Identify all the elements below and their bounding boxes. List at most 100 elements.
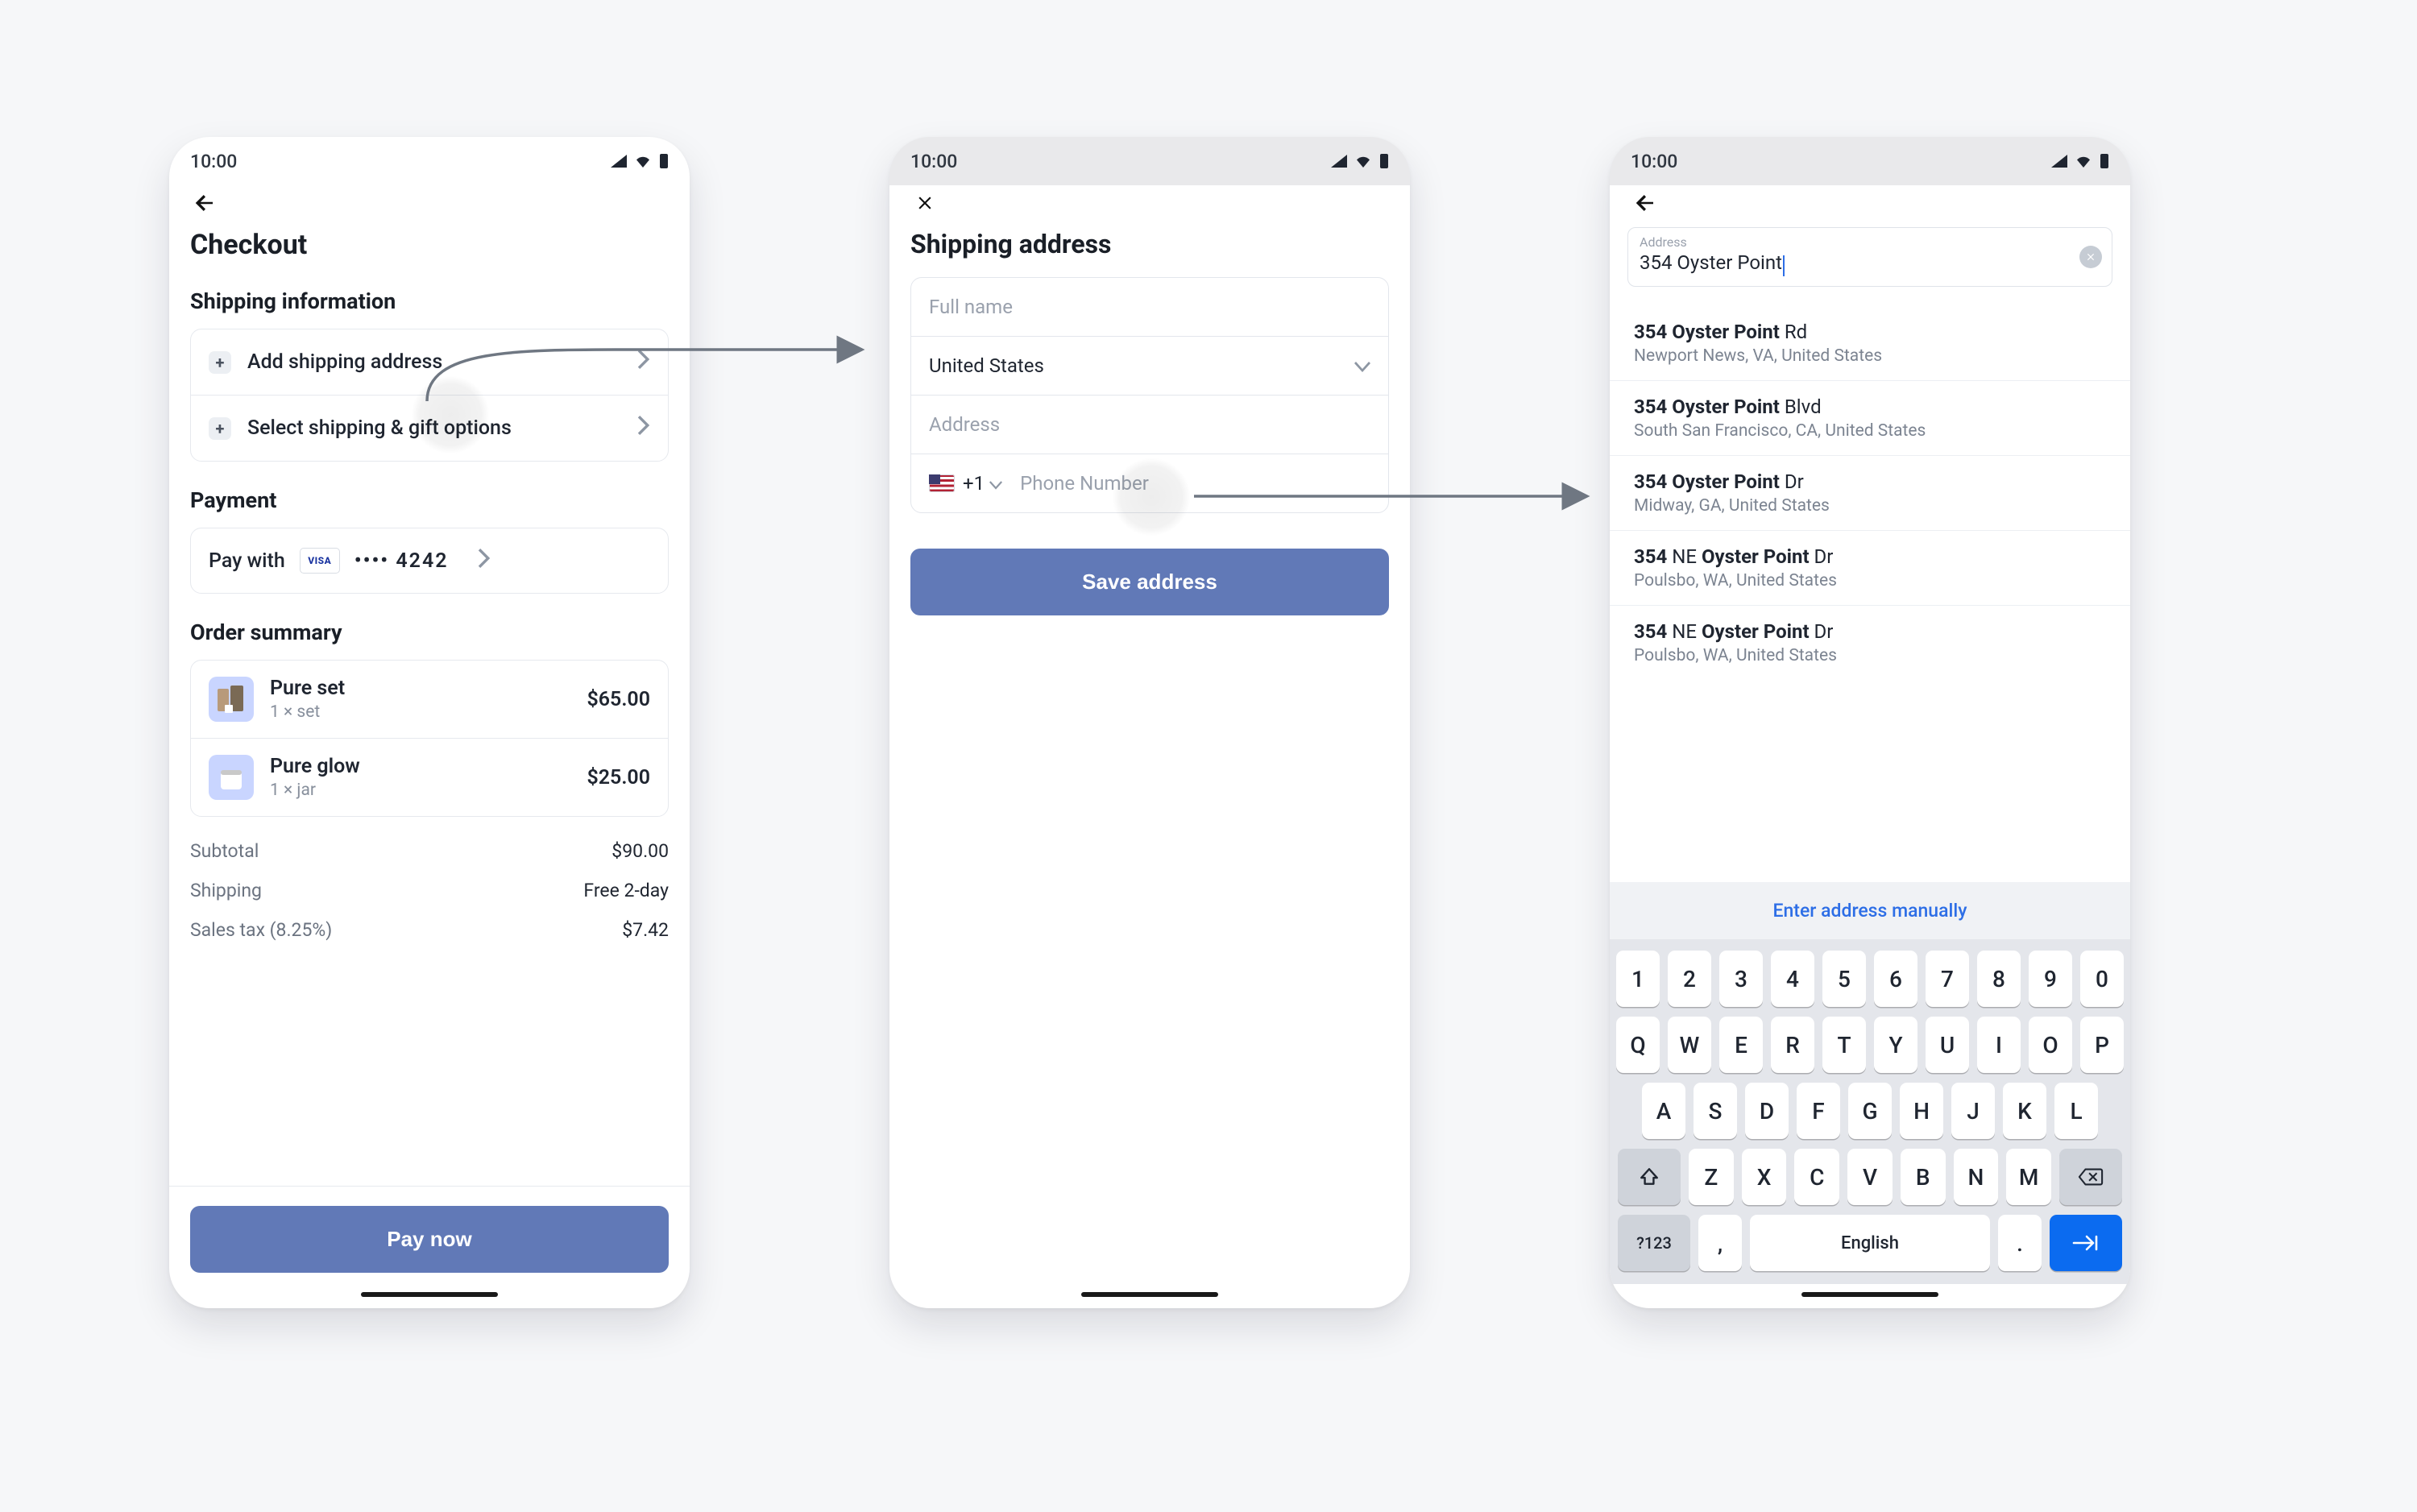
plus-icon: +	[209, 351, 231, 374]
keyboard-key[interactable]: Q	[1616, 1017, 1660, 1073]
keyboard-key[interactable]: D	[1745, 1083, 1789, 1139]
keyboard-key[interactable]: P	[2080, 1017, 2124, 1073]
page-title: Shipping address	[889, 221, 1410, 275]
keyboard-key[interactable]: T	[1822, 1017, 1866, 1073]
plus-icon: +	[209, 417, 231, 440]
address-suggestion[interactable]: 354 Oyster Point Dr Midway, GA, United St…	[1610, 456, 2130, 531]
order-item-name: Pure set	[270, 677, 345, 700]
tax-row: Sales tax (8.25%) $7.42	[169, 910, 690, 950]
home-indicator	[361, 1292, 498, 1297]
keyboard-key[interactable]: B	[1901, 1149, 1946, 1205]
order-item-sub: 1 × set	[270, 702, 345, 722]
shipping-card: + Add shipping address + Select shipping…	[190, 329, 669, 462]
country-select[interactable]: United States	[911, 336, 1388, 395]
phone-address-search: 10:00 Address 354 Oyster Point	[1610, 137, 2130, 1308]
keyboard-key[interactable]: O	[2029, 1017, 2072, 1073]
phone-field[interactable]: +1 Phone Number	[911, 454, 1388, 512]
keyboard-key[interactable]: 3	[1719, 951, 1763, 1007]
back-icon[interactable]	[189, 187, 221, 219]
keyboard-key[interactable]: 2	[1668, 951, 1711, 1007]
enter-address-manually-link[interactable]: Enter address manually	[1610, 882, 2130, 939]
full-name-field[interactable]: Full name	[911, 278, 1388, 336]
keyboard-key[interactable]: U	[1926, 1017, 1969, 1073]
order-item-price: $65.00	[587, 688, 650, 711]
enter-key[interactable]	[2050, 1215, 2122, 1271]
card-masked-number: •••• 4242	[354, 549, 449, 573]
keyboard-key[interactable]: 5	[1822, 951, 1866, 1007]
keyboard-key[interactable]: Y	[1874, 1017, 1917, 1073]
pay-with-label: Pay with	[209, 549, 285, 573]
keyboard-key[interactable]: R	[1771, 1017, 1814, 1073]
keyboard-key[interactable]: 1	[1616, 951, 1660, 1007]
add-shipping-address-row[interactable]: + Add shipping address	[191, 329, 668, 395]
space-key[interactable]: English	[1750, 1215, 1990, 1271]
select-shipping-label: Select shipping & gift options	[247, 416, 621, 440]
tax-label: Sales tax (8.25%)	[190, 919, 332, 941]
close-icon[interactable]	[909, 187, 941, 219]
payment-method-row[interactable]: Pay with VISA •••• 4242	[191, 528, 668, 593]
keyboard-key[interactable]: 0	[2080, 951, 2124, 1007]
address-suggestion[interactable]: 354 NE Oyster Point DrPoulsbo, WA, Unite…	[1610, 531, 2130, 606]
keyboard-key[interactable]: V	[1847, 1149, 1893, 1205]
keyboard-key[interactable]: S	[1694, 1083, 1737, 1139]
shift-key[interactable]	[1618, 1149, 1681, 1205]
add-shipping-label: Add shipping address	[247, 350, 621, 374]
subtotal-label: Subtotal	[190, 840, 259, 862]
chevron-right-icon	[637, 350, 650, 375]
shipping-heading: Shipping information	[169, 277, 690, 322]
home-indicator	[1801, 1292, 1938, 1297]
order-summary-card: Pure set 1 × set $65.00 Pure glow 1 × ja…	[190, 660, 669, 817]
product-thumbnail	[209, 677, 254, 722]
keyboard-key[interactable]: H	[1900, 1083, 1943, 1139]
keyboard-key[interactable]: C	[1794, 1149, 1839, 1205]
phone-checkout: 10:00 Checkout Shipping information + Ad…	[169, 137, 690, 1308]
keyboard-key[interactable]: L	[2054, 1083, 2098, 1139]
keyboard-key[interactable]: 4	[1771, 951, 1814, 1007]
address-search-field[interactable]: Address 354 Oyster Point	[1627, 227, 2112, 287]
address-field[interactable]: Address	[911, 395, 1388, 454]
keyboard-key[interactable]: F	[1797, 1083, 1840, 1139]
country-value: United States	[929, 354, 1354, 377]
save-address-button[interactable]: Save address	[910, 549, 1389, 615]
chevron-right-icon	[478, 549, 491, 574]
keyboard-key[interactable]: Z	[1689, 1149, 1734, 1205]
keyboard-key[interactable]: G	[1848, 1083, 1892, 1139]
clear-icon[interactable]	[2079, 246, 2102, 268]
keyboard-key[interactable]: 9	[2029, 951, 2072, 1007]
suggestion-line2: Midway, GA, United States	[1634, 496, 2106, 516]
keyboard-key[interactable]: M	[2006, 1149, 2051, 1205]
address-suggestion[interactable]: 354 Oyster Point RdNewport News, VA, Uni…	[1610, 306, 2130, 381]
comma-key[interactable]: ,	[1698, 1215, 1742, 1271]
keyboard-key[interactable]: A	[1642, 1083, 1685, 1139]
address-suggestion[interactable]: 354 Oyster Point BlvdSouth San Francisco…	[1610, 381, 2130, 456]
keyboard-key[interactable]: W	[1668, 1017, 1711, 1073]
keyboard-key[interactable]: 6	[1874, 951, 1917, 1007]
on-screen-keyboard: 1234567890 QWERTYUIOP ASDFGHJKL ZXCVBNM …	[1610, 939, 2130, 1284]
mode-key[interactable]: ?123	[1618, 1215, 1690, 1271]
product-thumbnail	[209, 755, 254, 800]
backspace-key[interactable]	[2059, 1149, 2122, 1205]
chevron-down-icon	[989, 472, 1002, 495]
select-shipping-options-row[interactable]: + Select shipping & gift options	[191, 395, 668, 461]
address-search-input[interactable]: 354 Oyster Point	[1640, 251, 1782, 274]
keyboard-key[interactable]: 7	[1926, 951, 1969, 1007]
status-bar: 10:00	[1610, 137, 2130, 185]
keyboard-key[interactable]: X	[1742, 1149, 1787, 1205]
address-suggestion[interactable]: 354 NE Oyster Point Dr Poulsbo, WA, Unite…	[1610, 606, 2130, 680]
pay-now-button[interactable]: Pay now	[190, 1206, 669, 1273]
keyboard-key[interactable]: J	[1951, 1083, 1995, 1139]
chevron-right-icon	[637, 416, 650, 441]
suggestion-line2: Poulsbo, WA, United States	[1634, 646, 2106, 665]
suggestion-line1: 354 NE Oyster Point Dr	[1634, 545, 2106, 568]
suggestion-line1: 354 NE Oyster Point Dr	[1634, 620, 2106, 643]
keyboard-key[interactable]: N	[1954, 1149, 1999, 1205]
keyboard-key[interactable]: K	[2003, 1083, 2046, 1139]
period-key[interactable]: .	[1998, 1215, 2042, 1271]
keyboard-key[interactable]: E	[1719, 1017, 1763, 1073]
back-icon[interactable]	[1629, 187, 1661, 219]
suggestion-line1: 354 Oyster Point Blvd	[1634, 396, 2106, 418]
suggestion-line1: 354 Oyster Point Dr	[1634, 470, 2106, 493]
shipping-cost-value: Free 2-day	[583, 880, 669, 901]
keyboard-key[interactable]: 8	[1977, 951, 2021, 1007]
keyboard-key[interactable]: I	[1977, 1017, 2021, 1073]
